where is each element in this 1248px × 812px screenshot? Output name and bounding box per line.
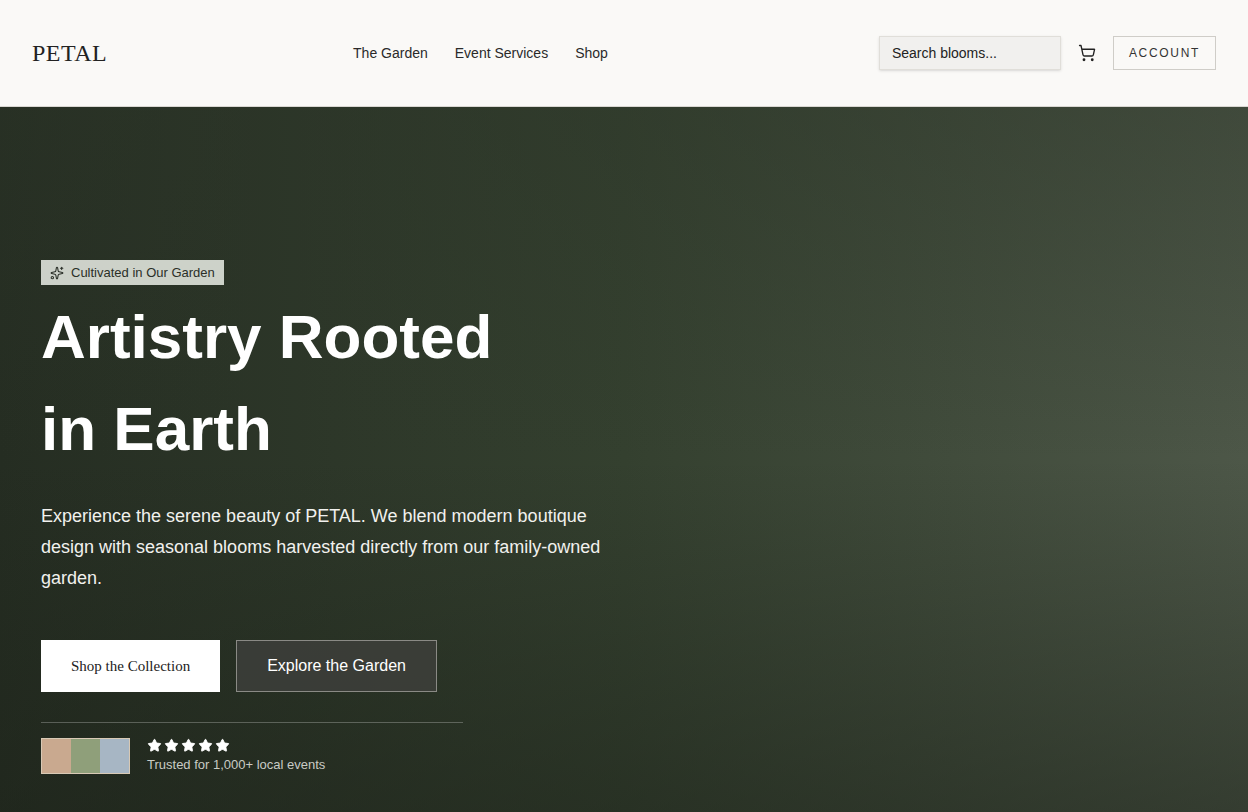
hero-content: Cultivated in Our Garden Artistry Rootedi…: [0, 107, 1248, 775]
avatar-strip: [41, 738, 130, 774]
logo[interactable]: PETAL: [32, 35, 332, 71]
nav-link[interactable]: Shop: [575, 43, 608, 64]
rating-text: Trusted for 1,000+ local events: [147, 755, 325, 775]
heading-line: in Earth: [41, 383, 492, 475]
top-bar: PETAL The Garden Event Services Shop ACCOUNT: [0, 0, 1248, 107]
explore-button[interactable]: Explore the Garden: [236, 640, 437, 692]
divider: [41, 722, 463, 723]
hero-heading: Artistry Rootedin Earth: [41, 291, 492, 475]
header-actions: ACCOUNT: [879, 36, 1216, 70]
hero-description: Experience the serene beauty of PETAL. W…: [41, 501, 601, 594]
nav-link[interactable]: The Garden: [353, 43, 428, 64]
sparkle-icon: [50, 266, 64, 280]
hero: Cultivated in Our Garden Artistry Rootedi…: [0, 107, 1248, 812]
account-button[interactable]: ACCOUNT: [1113, 36, 1216, 70]
social-proof: Trusted for 1,000+ local events: [41, 738, 325, 775]
hero-buttons: Shop the Collection Explore the Garden: [41, 640, 437, 692]
avatar-photo: [42, 739, 71, 773]
star-icon: [215, 738, 230, 753]
page: PETAL The Garden Event Services Shop ACCOUNT…: [0, 0, 1248, 812]
heading-line: Artistry Rooted: [41, 291, 492, 383]
search-input[interactable]: [879, 36, 1061, 70]
shop-button[interactable]: Shop the Collection: [41, 640, 220, 692]
star-icon: [181, 738, 196, 753]
cart-icon[interactable]: [1078, 44, 1096, 62]
rating: Trusted for 1,000+ local events: [147, 738, 325, 775]
star-icon: [147, 738, 162, 753]
star-icon: [164, 738, 179, 753]
nav-link[interactable]: Event Services: [455, 43, 548, 64]
hero-badge: Cultivated in Our Garden: [41, 260, 224, 285]
stars: [147, 738, 325, 753]
star-icon: [198, 738, 213, 753]
avatar-photo: [71, 739, 100, 773]
main-nav: The Garden Event Services Shop: [353, 43, 608, 64]
avatar-photo: [100, 739, 129, 773]
